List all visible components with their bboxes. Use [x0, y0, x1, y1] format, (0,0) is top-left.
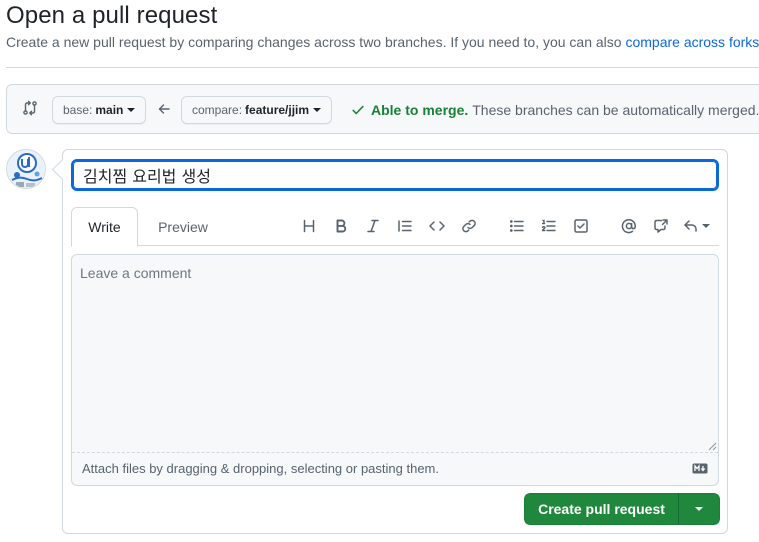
- base-branch-select[interactable]: base: main: [52, 96, 147, 124]
- editor-tabs: Write Preview: [71, 206, 719, 247]
- attach-files-text[interactable]: Attach files by dragging & dropping, sel…: [82, 461, 439, 476]
- bullet-list-icon: [509, 220, 524, 232]
- bullet-list-button[interactable]: [501, 216, 533, 236]
- resize-handle-icon[interactable]: [707, 441, 717, 451]
- page-subtitle: Create a new pull request by comparing c…: [6, 34, 759, 50]
- range-editor: base: main compare: feature/jjim Able to m…: [6, 84, 759, 134]
- numbered-list-icon: [541, 219, 556, 232]
- mention-button[interactable]: [613, 216, 645, 236]
- markdown-toolbar: [293, 216, 715, 236]
- mention-icon: [621, 219, 636, 234]
- header-divider: [6, 67, 759, 68]
- arrow-left-icon: [158, 104, 170, 114]
- pull-request-form: Write Preview: [62, 149, 728, 534]
- tab-write[interactable]: Write: [71, 207, 138, 247]
- base-label: base:: [63, 103, 93, 117]
- quote-icon: [398, 220, 412, 232]
- task-list-button[interactable]: [565, 216, 597, 236]
- title-input[interactable]: [71, 159, 719, 191]
- avatar[interactable]: [6, 149, 46, 189]
- git-compare-icon: [23, 100, 37, 116]
- comment-body-textarea[interactable]: [72, 255, 718, 453]
- bold-button[interactable]: [325, 216, 357, 236]
- code-button[interactable]: [421, 216, 453, 236]
- task-list-icon: [574, 219, 588, 233]
- create-pull-request-split-button: Create pull request: [524, 493, 720, 525]
- heading-icon: [303, 219, 315, 233]
- saved-replies-button[interactable]: [677, 216, 715, 236]
- base-branch-name: main: [95, 103, 124, 117]
- caret-down-icon: [313, 108, 322, 112]
- italic-button[interactable]: [357, 216, 389, 236]
- subtitle-text: Create a new pull request by comparing c…: [6, 34, 626, 50]
- compare-branch-name: feature/jjim: [245, 103, 310, 117]
- quote-button[interactable]: [389, 216, 421, 236]
- page-title: Open a pull request: [6, 2, 218, 29]
- caret-down-icon: [695, 507, 703, 511]
- compare-across-forks-link[interactable]: compare across forks: [625, 34, 759, 50]
- link-icon: [462, 219, 476, 233]
- bold-icon: [336, 219, 347, 233]
- code-icon: [429, 221, 445, 231]
- italic-icon: [367, 219, 379, 233]
- merge-status: Able to merge. These branches can be aut…: [351, 102, 759, 118]
- compare-label: compare:: [192, 103, 243, 117]
- check-icon: [352, 105, 364, 115]
- reply-icon: [683, 220, 697, 232]
- caret-down-icon: [127, 108, 136, 112]
- numbered-list-button[interactable]: [533, 216, 565, 236]
- cross-reference-icon: [654, 219, 668, 233]
- merge-ok-text: Able to merge.: [371, 102, 469, 118]
- avatar-image: [7, 150, 45, 188]
- caret-down-icon: [701, 224, 710, 228]
- tab-preview[interactable]: Preview: [147, 207, 219, 247]
- create-pull-request-button[interactable]: Create pull request: [524, 493, 679, 525]
- link-button[interactable]: [453, 216, 485, 236]
- compare-branch-select[interactable]: compare: feature/jjim: [181, 96, 333, 124]
- heading-button[interactable]: [293, 216, 325, 236]
- comment-editor: Attach files by dragging & dropping, sel…: [71, 254, 719, 486]
- merge-detail-text: These branches can be automatically merg…: [472, 102, 759, 118]
- markdown-icon[interactable]: [692, 463, 708, 474]
- reference-button[interactable]: [645, 216, 677, 236]
- create-options-dropdown[interactable]: [679, 493, 720, 525]
